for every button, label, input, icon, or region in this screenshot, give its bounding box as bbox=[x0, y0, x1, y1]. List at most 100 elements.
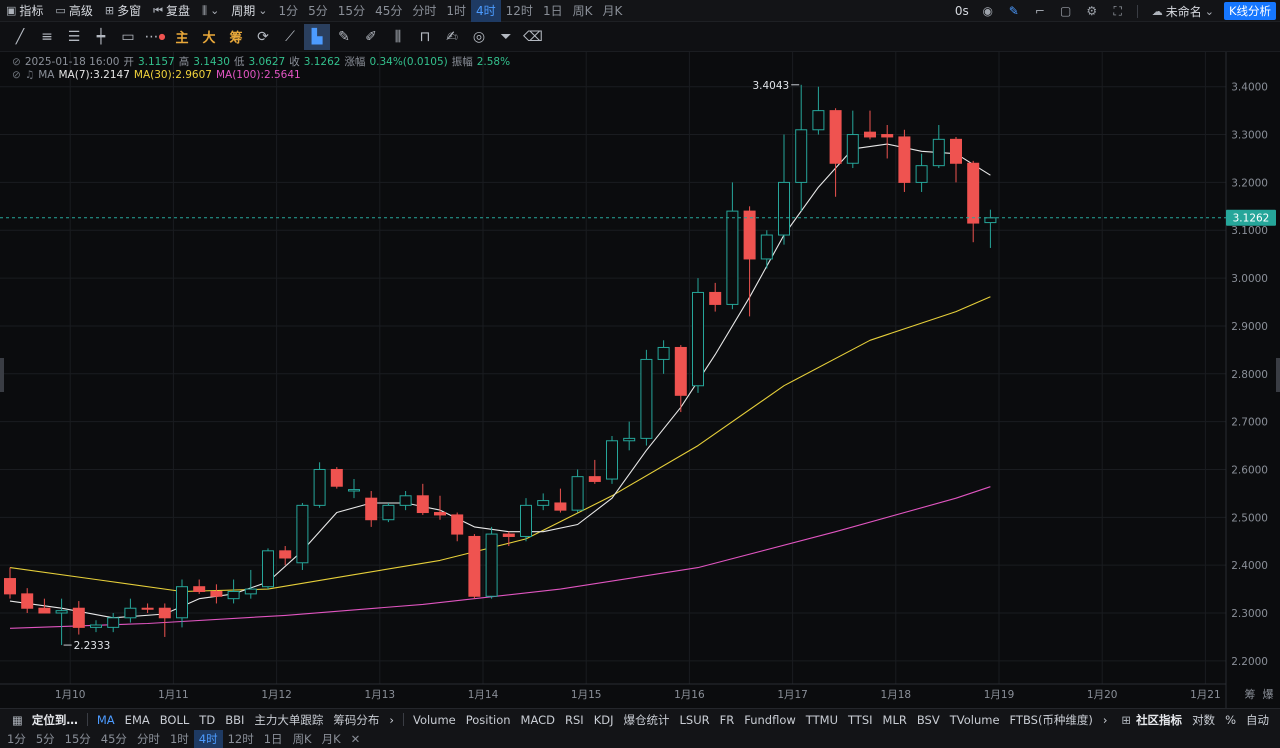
bottom-period-tab[interactable]: 月K bbox=[317, 730, 346, 748]
sub-indicator[interactable]: FR bbox=[715, 709, 740, 731]
filter-icon[interactable]: ⏷ bbox=[493, 24, 519, 50]
ma100-line bbox=[9, 486, 991, 629]
more-tools-icon[interactable]: ⋯ ● bbox=[142, 24, 168, 50]
chip-label[interactable]: 筹 bbox=[223, 24, 249, 50]
period-tab[interactable]: 1日 bbox=[538, 0, 568, 22]
bell-icon[interactable]: ♫ bbox=[25, 69, 34, 81]
bottom-period-tab[interactable]: 1日 bbox=[259, 730, 288, 748]
log-scale-toggle[interactable]: 对数 bbox=[1187, 709, 1220, 731]
candle bbox=[382, 502, 395, 523]
multi-window-button[interactable]: ⊞ 多窗 bbox=[99, 0, 147, 22]
visibility-icon[interactable]: ◎ bbox=[466, 24, 492, 50]
left-panel-handle[interactable] bbox=[0, 358, 4, 392]
community-indicators-button[interactable]: 社区指标 bbox=[1131, 709, 1187, 731]
main-indicator[interactable]: BOLL bbox=[155, 709, 195, 731]
period-tab[interactable]: 15分 bbox=[333, 0, 370, 22]
sub-indicator[interactable]: RSI bbox=[560, 709, 589, 731]
main-indicator[interactable]: TD bbox=[194, 709, 220, 731]
sub-indicator[interactable]: LSUR bbox=[675, 709, 715, 731]
candlestick-chart[interactable]: 3.4000 3.3000 3.2000 3.1000 3.0000 2.9000 2.80… bbox=[0, 52, 1280, 708]
period-tab[interactable]: 45分 bbox=[370, 0, 407, 22]
crop-icon[interactable]: ⌐ bbox=[1029, 0, 1051, 22]
measure-icon[interactable]: ⟋ bbox=[277, 24, 303, 50]
rectangle-icon[interactable]: ▭ bbox=[115, 24, 141, 50]
sub-indicator[interactable]: KDJ bbox=[589, 709, 619, 731]
chevron-right-icon[interactable]: › bbox=[1098, 709, 1113, 731]
sub-indicator[interactable]: BSV bbox=[912, 709, 945, 731]
sub-indicator[interactable]: MLR bbox=[878, 709, 912, 731]
sub-indicator[interactable]: TTSI bbox=[843, 709, 878, 731]
locate-button[interactable]: 定位到… bbox=[27, 709, 83, 731]
sync-icon[interactable]: ⟳ bbox=[250, 24, 276, 50]
chevron-right-icon[interactable]: › bbox=[384, 709, 399, 731]
percent-scale-toggle[interactable]: % bbox=[1220, 709, 1241, 731]
period-tab[interactable]: 1分 bbox=[274, 0, 304, 22]
bottom-period-tab[interactable]: 12时 bbox=[223, 730, 259, 748]
period-tab[interactable]: 分时 bbox=[407, 0, 441, 22]
period-tab[interactable]: 月K bbox=[597, 0, 627, 22]
bottom-period-tab-active[interactable]: 4时 bbox=[193, 730, 223, 748]
bottom-period-tab[interactable]: 5分 bbox=[31, 730, 60, 748]
lock-icon[interactable]: ⊓ bbox=[412, 24, 438, 50]
period-tab[interactable]: 5分 bbox=[303, 0, 333, 22]
main-indicator[interactable]: EMA bbox=[120, 709, 155, 731]
indicators-button[interactable]: ▣ 指标 bbox=[0, 0, 49, 22]
collapse-icon[interactable]: ⊘ bbox=[12, 56, 21, 68]
eraser-icon[interactable]: ✐ bbox=[358, 24, 384, 50]
sub-indicator[interactable]: 爆仓统计 bbox=[619, 709, 675, 731]
auto-scale-toggle[interactable]: 自动 bbox=[1241, 709, 1274, 731]
magnet-icon[interactable]: ▙ bbox=[304, 23, 330, 50]
right-panel-handle[interactable] bbox=[1276, 358, 1280, 392]
bottom-period-tab[interactable]: 1时 bbox=[165, 730, 194, 748]
sub-indicator[interactable]: FTBS(币种维度) bbox=[1005, 709, 1098, 731]
sub-indicator[interactable]: MACD bbox=[516, 709, 560, 731]
main-force-label[interactable]: 主 bbox=[169, 24, 195, 50]
period-dropdown[interactable]: 周期 ⌄ bbox=[225, 0, 273, 22]
bottom-period-tab[interactable]: 周K bbox=[288, 730, 317, 748]
settings-icon[interactable]: ⚙ bbox=[1081, 0, 1103, 22]
main-indicator[interactable]: 筹码分布 bbox=[328, 709, 384, 731]
period-tab[interactable]: 1时 bbox=[441, 0, 471, 22]
candle bbox=[330, 467, 343, 489]
note-icon[interactable]: ▢ bbox=[1055, 0, 1077, 22]
trend-line-icon[interactable]: ╱ bbox=[7, 24, 33, 50]
replay-button[interactable]: ⏮ 复盘 bbox=[147, 0, 196, 22]
candle-compare-icon[interactable]: ⫼ bbox=[385, 24, 411, 50]
candle-body bbox=[485, 533, 498, 597]
period-tab[interactable]: 周K bbox=[568, 0, 598, 22]
bottom-period-tab[interactable]: 分时 bbox=[132, 730, 165, 748]
close-icon[interactable]: ✕ bbox=[346, 730, 366, 748]
sub-indicator[interactable]: TVolume bbox=[945, 709, 1005, 731]
sub-indicator[interactable]: TTMU bbox=[801, 709, 843, 731]
pen-icon[interactable]: ✎ bbox=[1003, 0, 1025, 22]
main-indicator[interactable]: BBI bbox=[220, 709, 249, 731]
template-dropdown[interactable]: ☁ 未命名 ⌄ bbox=[1146, 0, 1220, 22]
sub-indicator[interactable]: Fundflow bbox=[739, 709, 801, 731]
kline-analysis-button[interactable]: K线分析 bbox=[1223, 2, 1276, 20]
period-tab[interactable]: 12时 bbox=[501, 0, 538, 22]
bottom-period-tab[interactable]: 1分 bbox=[2, 730, 31, 748]
sub-indicator[interactable]: Volume bbox=[408, 709, 461, 731]
pen-icon[interactable]: ✎ bbox=[331, 24, 357, 50]
horizontal-ray-icon[interactable]: ┿ bbox=[88, 24, 114, 50]
collapse-icon[interactable]: ⊘ bbox=[12, 69, 21, 81]
camera-icon[interactable]: ◉ bbox=[977, 0, 999, 22]
big-order-label[interactable]: 大 bbox=[196, 24, 222, 50]
candle bbox=[881, 124, 894, 159]
parallel-line-icon[interactable]: ≡ bbox=[34, 24, 60, 50]
grid-icon[interactable]: ⊞ bbox=[1121, 713, 1131, 727]
period-tab-active[interactable]: 4时 bbox=[471, 0, 501, 22]
candle-body bbox=[623, 437, 636, 442]
trash-icon[interactable]: ⌫ bbox=[520, 24, 546, 50]
channel-icon[interactable]: ☰ bbox=[61, 24, 87, 50]
fullscreen-icon[interactable]: ⛶ bbox=[1107, 0, 1129, 22]
calendar-icon[interactable]: ▦ bbox=[12, 713, 23, 727]
main-indicator-ma[interactable]: MA bbox=[92, 709, 120, 731]
advanced-button[interactable]: ▭ 高级 bbox=[49, 0, 98, 22]
sub-indicator[interactable]: Position bbox=[461, 709, 516, 731]
bottom-period-tab[interactable]: 45分 bbox=[96, 730, 132, 748]
note-icon[interactable]: ✍ bbox=[439, 24, 465, 50]
chart-type-button[interactable]: ⫼ ⌄ bbox=[196, 0, 225, 22]
main-indicator[interactable]: 主力大单跟踪 bbox=[249, 709, 328, 731]
bottom-period-tab[interactable]: 15分 bbox=[60, 730, 96, 748]
